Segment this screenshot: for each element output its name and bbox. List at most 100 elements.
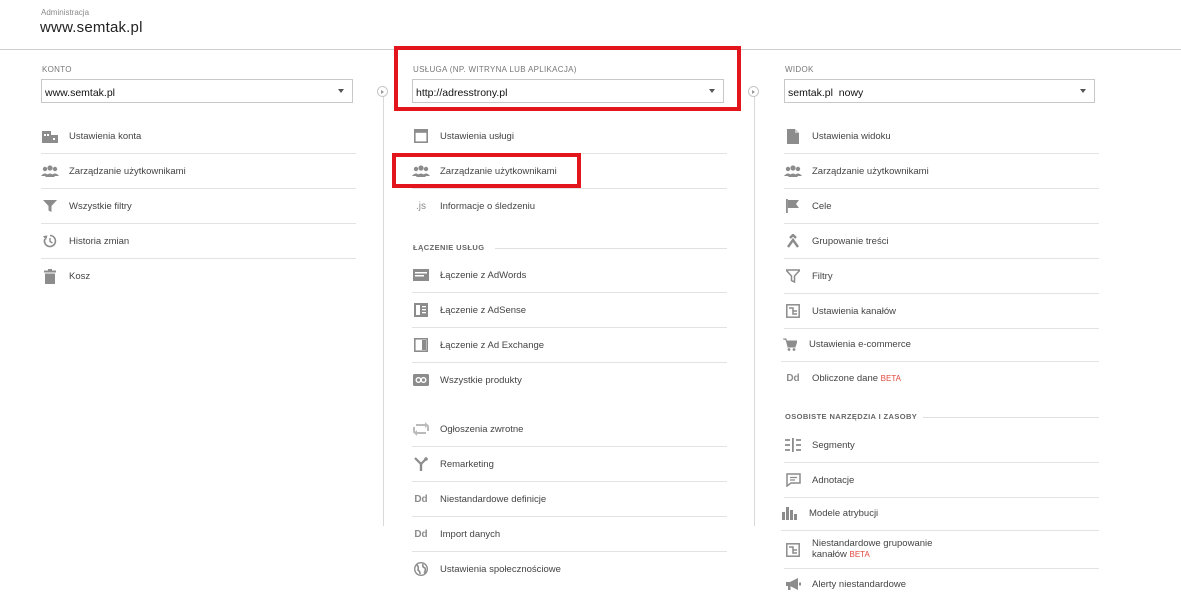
item-label-text: Obliczone dane: [812, 373, 879, 384]
dd-icon-text: Dd: [414, 528, 428, 540]
data-import-item[interactable]: Dd Import danych: [412, 517, 727, 552]
item-label: Ustawienia e-commerce: [809, 339, 911, 350]
column-divider: [754, 86, 755, 526]
attribution-models-item[interactable]: Modele atrybucji: [781, 496, 1099, 531]
custom-definitions-item[interactable]: Dd Niestandardowe definicje: [412, 482, 727, 517]
channel-settings-item[interactable]: Ustawienia kanałów: [784, 294, 1099, 329]
adsense-icon: [412, 302, 430, 318]
page-title: www.semtak.pl: [40, 19, 143, 36]
property-settings-item[interactable]: Ustawienia usługi: [412, 119, 727, 154]
item-label-line1: Niestandardowe grupowanie: [812, 538, 933, 549]
goals-item[interactable]: Cele: [784, 189, 1099, 224]
postbacks-item[interactable]: Ogłoszenia zwrotne: [412, 412, 727, 447]
document-icon: [784, 128, 802, 144]
segments-item[interactable]: Segmenty: [784, 428, 1099, 463]
divider: [923, 417, 1099, 418]
dd-icon-text: Dd: [786, 372, 800, 384]
filter-icon: [41, 198, 59, 214]
account-select[interactable]: www.semtak.pl: [41, 79, 353, 103]
adexchange-linking-item[interactable]: Łączenie z Ad Exchange: [412, 328, 727, 363]
item-label: Ustawienia społecznościowe: [440, 564, 561, 575]
trash-icon: [41, 268, 59, 284]
item-label: Ustawienia kanałów: [812, 306, 896, 317]
dd-icon: Dd: [412, 526, 430, 542]
item-label: Zarządzanie użytkownikami: [69, 166, 186, 177]
property-to-view-arrow-icon: [748, 86, 759, 97]
filters-item[interactable]: Filtry: [784, 259, 1099, 294]
js-icon-text: .js: [416, 200, 426, 212]
item-label: Filtry: [812, 271, 833, 282]
all-products-item[interactable]: Wszystkie produkty: [412, 363, 727, 398]
calculated-metrics-item[interactable]: Dd Obliczone dane BETA: [784, 361, 1099, 396]
users-icon: [41, 163, 59, 179]
item-label: Grupowanie treści: [812, 236, 889, 247]
adwords-linking-item[interactable]: Łączenie z AdWords: [412, 258, 727, 293]
flag-icon: [784, 198, 802, 214]
window-icon: [412, 128, 430, 144]
item-label: Adnotacje: [812, 475, 855, 486]
dd-icon: Dd: [412, 491, 430, 507]
dd-icon-text: Dd: [414, 493, 428, 505]
item-label: Ustawienia usługi: [440, 131, 514, 142]
item-label: Ustawienia konta: [69, 131, 142, 142]
item-label: Alerty niestandardowe: [812, 579, 906, 590]
page-header: Administracja www.semtak.pl: [0, 0, 1181, 50]
item-label: Łączenie z AdWords: [440, 270, 527, 281]
account-change-history-item[interactable]: Historia zmian: [41, 224, 356, 259]
item-label: Segmenty: [812, 440, 855, 451]
item-label: Modele atrybucji: [809, 508, 879, 519]
account-settings-item[interactable]: Ustawienia konta: [41, 119, 356, 154]
item-label: Historia zmian: [69, 236, 130, 247]
item-label: Cele: [812, 201, 832, 212]
item-label: Remarketing: [440, 459, 494, 470]
account-to-property-arrow-icon: [377, 86, 388, 97]
property-highlight-box: [394, 46, 741, 111]
item-label: Zarządzanie użytkownikami: [812, 166, 929, 177]
item-label: Wszystkie produkty: [440, 375, 522, 386]
custom-channel-grouping-item[interactable]: Niestandardowe grupowanie kanałów BETA: [784, 531, 1099, 569]
dropdown-arrow-icon: [338, 89, 344, 93]
section-title: ŁĄCZENIE USŁUG: [413, 243, 485, 252]
account-select-value: www.semtak.pl: [45, 87, 116, 99]
adexchange-icon: [412, 337, 430, 353]
item-label: Kosz: [69, 271, 91, 282]
property-tracking-info-item[interactable]: .js Informacje o śledzeniu: [412, 189, 727, 224]
postback-icon: [412, 421, 430, 437]
item-label: Wszystkie filtry: [69, 201, 132, 212]
adwords-icon: [412, 267, 430, 283]
item-label: Niestandardowe grupowanie kanałów BETA: [812, 538, 932, 560]
bars-icon: [781, 505, 799, 521]
remarketing-icon: [412, 456, 430, 472]
section-title: OSOBISTE NARZĘDZIA I ZASOBY: [785, 412, 918, 421]
cart-icon: [781, 336, 799, 352]
view-select[interactable]: semtak.pl nowy: [784, 79, 1095, 103]
channels-icon: [784, 303, 802, 319]
item-label-line2: kanałów: [812, 549, 847, 560]
remarketing-item[interactable]: Remarketing: [412, 447, 727, 482]
item-label: Ustawienia widoku: [812, 131, 891, 142]
item-label: Ogłoszenia zwrotne: [440, 424, 524, 435]
adsense-linking-item[interactable]: Łączenie z AdSense: [412, 293, 727, 328]
view-user-management-item[interactable]: Zarządzanie użytkownikami: [784, 154, 1099, 189]
content-grouping-item[interactable]: Grupowanie treści: [784, 224, 1099, 259]
item-label: Łączenie z Ad Exchange: [440, 340, 545, 351]
account-all-filters-item[interactable]: Wszystkie filtry: [41, 189, 356, 224]
social-settings-item[interactable]: Ustawienia społecznościowe: [412, 552, 727, 587]
item-label: Łączenie z AdSense: [440, 305, 527, 316]
dropdown-arrow-icon: [1080, 89, 1086, 93]
building-icon: [41, 128, 59, 144]
users-icon: [784, 163, 802, 179]
account-trash-item[interactable]: Kosz: [41, 259, 356, 294]
beta-badge: BETA: [880, 374, 901, 383]
divider: [495, 248, 727, 249]
account-user-management-item[interactable]: Zarządzanie użytkownikami: [41, 154, 356, 189]
view-settings-item[interactable]: Ustawienia widoku: [784, 119, 1099, 154]
custom-alerts-item[interactable]: Alerty niestandardowe: [784, 567, 1099, 597]
view-label: WIDOK: [785, 65, 814, 74]
breadcrumb: Administracja: [41, 8, 90, 17]
megaphone-icon: [784, 576, 802, 592]
personal-tools-section-heading: OSOBISTE NARZĘDZIA I ZASOBY: [785, 412, 1099, 421]
ecommerce-settings-item[interactable]: Ustawienia e-commerce: [781, 327, 1099, 362]
annotations-item[interactable]: Adnotacje: [784, 463, 1099, 498]
item-label: Niestandardowe definicje: [440, 494, 547, 505]
